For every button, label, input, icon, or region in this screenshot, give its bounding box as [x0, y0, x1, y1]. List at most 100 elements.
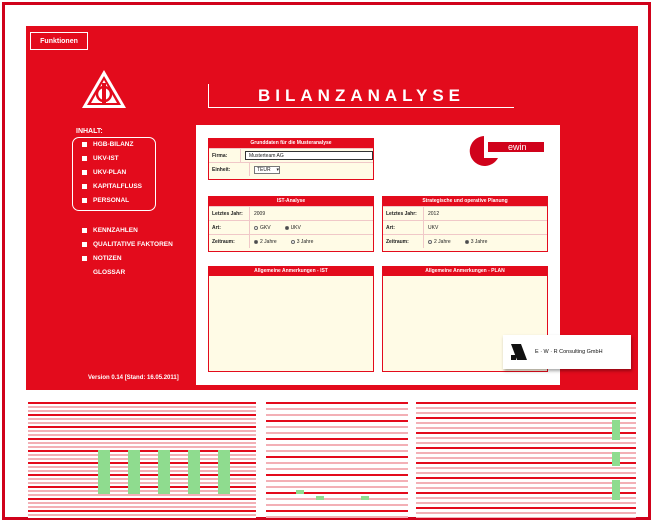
nav-item-ukv-ist[interactable]: UKV-IST: [82, 155, 119, 162]
preview-stripe: [28, 498, 256, 500]
version-label: Version 0.14 [Stand: 16.05.2011]: [88, 375, 179, 381]
preview-highlight: [128, 450, 140, 494]
bullet-icon: [82, 170, 87, 175]
preview-highlight: [98, 450, 110, 494]
ist-zeitraum-3-radio[interactable]: 3 Jahre: [290, 239, 313, 245]
preview-stripe: [266, 468, 408, 470]
ist-box: IST-Analyse Letztes Jahr: 2009 Art: GKV U…: [208, 196, 374, 252]
preview-stripe: [266, 486, 408, 488]
firma-label: Firma:: [212, 152, 228, 159]
ewin-text: ewin: [508, 142, 527, 152]
preview-highlight: [218, 450, 230, 494]
plan-art-label: Art:: [386, 224, 395, 231]
nav-item-hgb-bilanz[interactable]: HGB-BILANZ: [82, 141, 133, 148]
radio-label: UKV: [290, 224, 301, 231]
preview-stripe: [416, 487, 636, 489]
title-bar: BILANZANALYSE: [208, 84, 514, 108]
ewr-mark-icon: [511, 344, 527, 360]
firma-input[interactable]: Musterteam AG: [245, 151, 373, 160]
nav-item-label: GLOSSAR: [93, 269, 126, 276]
ig-metall-logo: [82, 70, 126, 108]
preview-stripe: [416, 492, 636, 494]
functions-button[interactable]: Funktionen: [30, 32, 88, 50]
preview-stripe: [28, 506, 256, 508]
nav-item-glossar[interactable]: GLOSSAR: [82, 269, 125, 276]
preview-stripe: [266, 516, 408, 518]
nav-item-personal[interactable]: PERSONAL: [82, 197, 129, 204]
preview-stripe: [266, 456, 408, 458]
ist-year-value[interactable]: 2009: [249, 207, 373, 220]
preview-stripe: [416, 512, 636, 514]
preview-stripe: [266, 504, 408, 506]
ist-notes-box[interactable]: Allgemeine Anmerkungen - IST: [208, 266, 374, 372]
plan-zeitraum-2-radio[interactable]: 2 Jahre: [428, 239, 451, 245]
plan-year-value[interactable]: 2012: [423, 207, 547, 220]
nav-item-kapitalfluss[interactable]: KAPITALFLUSS: [82, 183, 142, 190]
nav-item-qualitative-faktoren[interactable]: QUALITATIVE FAKTOREN: [82, 241, 173, 248]
page-title: BILANZANALYSE: [258, 85, 465, 105]
nav-item-label: QUALITATIVE FAKTOREN: [93, 241, 173, 248]
preview-stripe: [28, 446, 256, 448]
nav-item-notizen[interactable]: NOTIZEN: [82, 255, 122, 262]
contents-heading: INHALT:: [76, 128, 103, 135]
nav-item-label: UKV-PLAN: [93, 169, 127, 176]
radio-label: GKV: [260, 224, 271, 231]
preview-stripe: [416, 502, 636, 504]
radio-label: 2 Jahre: [434, 238, 451, 245]
preview-stripe: [28, 418, 256, 420]
preview-stripe: [416, 427, 636, 429]
preview-stripe: [416, 472, 636, 474]
nav-item-ukv-plan[interactable]: UKV-PLAN: [82, 169, 126, 176]
radio-label: 3 Jahre: [470, 238, 488, 245]
nav-item-kennzahlen[interactable]: KENNZAHLEN: [82, 227, 138, 234]
preview-stripe: [266, 414, 408, 416]
plan-notes-title: Allgemeine Anmerkungen - PLAN: [383, 267, 547, 276]
grunddaten-box: Grunddaten für die Musteranalyse Firma: M…: [208, 138, 374, 180]
einheit-value: TEUR: [257, 166, 271, 173]
preview-stripe: [28, 430, 256, 432]
preview-stripe: [28, 414, 256, 416]
preview-stripe: [416, 462, 636, 464]
preview-stripe: [266, 402, 408, 404]
preview-stripe: [416, 422, 636, 424]
preview-stripe: [266, 480, 408, 482]
ewr-text: E · W · R Consulting GmbH: [535, 349, 603, 355]
nav-item-label: KAPITALFLUSS: [93, 183, 142, 190]
bullet-icon: [82, 184, 87, 189]
preview-stripe: [28, 434, 256, 436]
preview-highlight: [612, 452, 620, 466]
ist-art-label: Art:: [212, 224, 221, 231]
ist-art-ukv-radio[interactable]: UKV: [284, 224, 301, 231]
preview-highlight: [188, 450, 200, 494]
preview-stripe: [416, 452, 636, 454]
preview-stripe: [28, 410, 256, 412]
preview-stripe: [266, 426, 408, 428]
bullet-icon: [82, 156, 87, 161]
ist-zeitraum-2-radio[interactable]: 2 Jahre: [254, 239, 277, 245]
sheet-preview-2[interactable]: [266, 400, 408, 518]
preview-stripe: [416, 457, 636, 459]
bullet-icon: [82, 142, 87, 147]
preview-stripe: [28, 422, 256, 424]
ist-art-gkv-radio[interactable]: GKV: [254, 225, 271, 231]
preview-stripe: [266, 492, 408, 494]
preview-stripe: [416, 437, 636, 439]
ewr-logo: E · W · R Consulting GmbH: [503, 335, 631, 369]
preview-stripe: [28, 402, 256, 404]
sheet-preview-3[interactable]: [416, 400, 636, 518]
plan-zeitraum-label: Zeitraum:: [386, 238, 409, 245]
sheet-preview-1[interactable]: [28, 400, 256, 518]
preview-stripe: [266, 438, 408, 440]
einheit-select[interactable]: TEUR ▾: [254, 165, 280, 174]
preview-stripe: [266, 474, 408, 476]
preview-stripe: [416, 517, 636, 518]
plan-year-label: Letztes Jahr:: [386, 210, 417, 217]
preview-stripe: [28, 426, 256, 428]
ist-notes-title: Allgemeine Anmerkungen - IST: [209, 267, 373, 276]
nav-item-label: HGB-BILANZ: [93, 141, 134, 148]
plan-zeitraum-3-radio[interactable]: 3 Jahre: [464, 238, 488, 245]
nav-item-label: UKV-IST: [93, 155, 119, 162]
preview-stripe: [266, 510, 408, 512]
preview-stripe: [266, 420, 408, 422]
preview-highlight: [296, 490, 304, 494]
